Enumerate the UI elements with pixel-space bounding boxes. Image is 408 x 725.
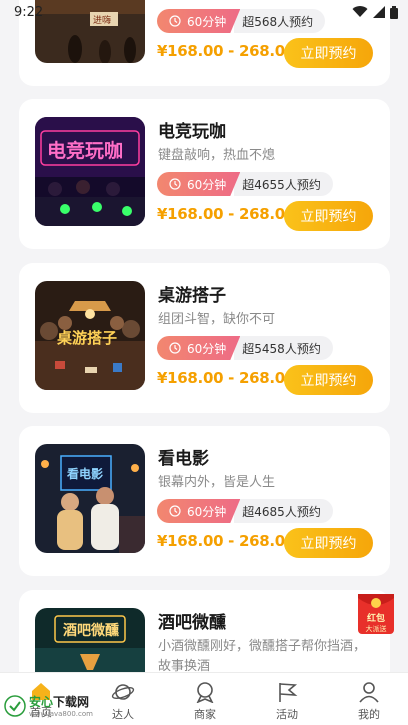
service-thumbnail: 桌游搭子 <box>35 281 145 390</box>
tab-label: 达人 <box>112 708 134 721</box>
service-thumbnail: 看电影 <box>35 444 145 553</box>
clock-icon <box>169 505 181 517</box>
booked-count: 超5458人预约 <box>234 336 333 360</box>
book-now-button[interactable]: 立即预约 <box>284 528 373 558</box>
service-title: 酒吧微醺 <box>158 613 226 633</box>
service-tags: 60分钟 超4655人预约 <box>157 172 333 196</box>
tab-talent[interactable]: 达人 <box>82 673 164 725</box>
status-bar: 9:22 <box>0 0 408 24</box>
book-now-button[interactable]: 立即预约 <box>284 365 373 395</box>
service-subtitle: 组团斗智，缺你不可 <box>158 312 276 327</box>
service-thumbnail: 酒吧微醺 <box>35 608 145 672</box>
duration-tag: 60分钟 <box>157 499 241 523</box>
tab-activity[interactable]: 活动 <box>246 673 328 725</box>
site-watermark: 安心下载网 www.java800.com <box>3 693 93 718</box>
watermark-logo-icon <box>4 694 26 717</box>
service-card[interactable]: 酒吧微醺 酒吧微醺 小酒微醺刚好，微醺搭子帮你挡酒，故事换酒 <box>19 590 390 672</box>
service-card[interactable]: 看电影 看电影 银幕内外，皆是人生 60分钟 超4685人预约 ¥168.00 … <box>19 426 390 576</box>
service-subtitle: 银幕内外，皆是人生 <box>158 475 276 490</box>
duration-text: 60分钟 <box>187 504 227 519</box>
duration-tag: 60分钟 <box>157 172 241 196</box>
user-icon <box>359 682 379 703</box>
service-title: 桌游搭子 <box>158 286 226 306</box>
booked-count: 超4655人预约 <box>234 172 333 196</box>
shop-icon <box>196 682 214 703</box>
red-envelope-icon: 红包 大派送 <box>358 594 394 634</box>
watermark-brand-black: 下载网 <box>53 695 90 709</box>
book-now-button[interactable]: 立即预约 <box>284 38 373 68</box>
svg-text:大派送: 大派送 <box>366 624 387 633</box>
service-card[interactable]: 电竞玩咖 电竞玩咖 键盘敲响，热血不熄 60分钟 超4655人预约 ¥168.0… <box>19 99 390 249</box>
service-subtitle: 键盘敲响，热血不熄 <box>158 148 276 163</box>
red-envelope-promo[interactable]: 红包 大派送 <box>355 590 397 636</box>
tab-label: 活动 <box>276 708 298 721</box>
service-title: 看电影 <box>158 449 209 469</box>
tab-label: 商家 <box>194 708 216 721</box>
signal-icon <box>373 6 385 18</box>
tab-merchant[interactable]: 商家 <box>164 673 246 725</box>
watermark-brand-green: 安心 <box>29 695 54 709</box>
watermark-url: www.java800.com <box>29 710 93 718</box>
service-title: 电竞玩咖 <box>158 122 226 142</box>
wifi-icon <box>352 6 368 18</box>
planet-icon <box>111 684 135 700</box>
svg-text:看电影: 看电影 <box>67 466 103 481</box>
svg-text:桌游搭子: 桌游搭子 <box>56 329 117 347</box>
flag-icon <box>279 683 298 702</box>
service-list[interactable]: 进嗨 60分钟 超568人预约 ¥168.00 - 268.00 立即预约 电竞… <box>0 0 408 672</box>
clock-icon <box>169 178 181 190</box>
clock-icon <box>169 342 181 354</box>
svg-text:酒吧微醺: 酒吧微醺 <box>63 622 119 639</box>
price-range: ¥168.00 - 268.00 <box>157 532 296 550</box>
booked-count: 超4685人预约 <box>234 499 333 523</box>
price-range: ¥168.00 - 268.00 <box>157 369 296 387</box>
price-range: ¥168.00 - 268.00 <box>157 42 296 60</box>
battery-icon <box>390 5 398 19</box>
service-tags: 60分钟 超4685人预约 <box>157 499 333 523</box>
tab-mine[interactable]: 我的 <box>328 673 408 725</box>
service-tags: 60分钟 超5458人预约 <box>157 336 333 360</box>
status-time: 9:22 <box>14 4 44 20</box>
service-subtitle: 小酒微醺刚好，微醺搭子帮你挡酒，故事换酒 <box>158 639 367 672</box>
status-icons <box>352 5 398 19</box>
duration-text: 60分钟 <box>187 177 227 192</box>
tab-label: 我的 <box>358 708 380 721</box>
book-now-button[interactable]: 立即预约 <box>284 201 373 231</box>
svg-text:红包: 红包 <box>367 612 385 624</box>
service-card[interactable]: 桌游搭子 桌游搭子 组团斗智，缺你不可 60分钟 超5458人预约 ¥168.0… <box>19 263 390 413</box>
service-thumbnail: 电竞玩咖 <box>35 117 145 226</box>
price-range: ¥168.00 - 268.00 <box>157 205 296 223</box>
duration-text: 60分钟 <box>187 341 227 356</box>
svg-text:电竞玩咖: 电竞玩咖 <box>47 139 123 162</box>
duration-tag: 60分钟 <box>157 336 241 360</box>
